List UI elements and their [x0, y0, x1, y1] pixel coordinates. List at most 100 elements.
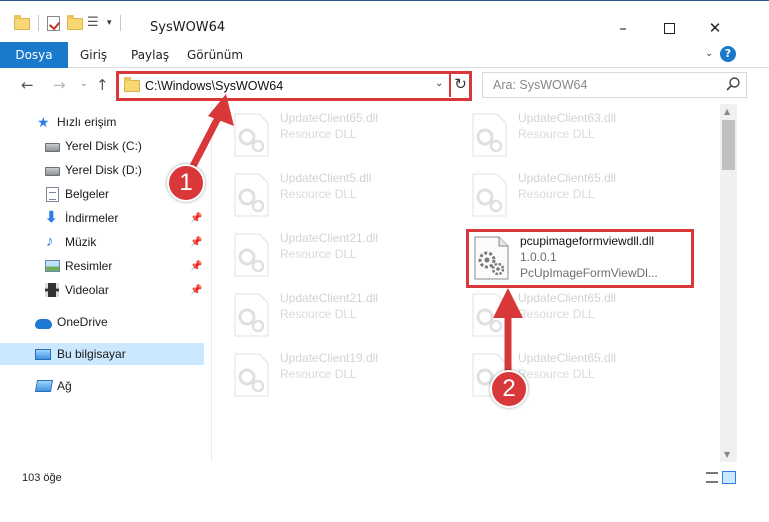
step-1-badge: 1 [167, 164, 205, 202]
file-description: Resource DLL [280, 307, 357, 321]
sidebar-item-quick-access[interactable]: ★ Hızlı erişim [0, 111, 204, 133]
file-item[interactable]: UpdateClient21.dll Resource DLL [228, 288, 456, 344]
sidebar-item-this-pc[interactable]: Bu bilgisayar [0, 343, 204, 365]
search-input[interactable]: Ara: SysWOW64 [482, 72, 747, 98]
expand-ribbon-chevron-icon[interactable]: ⌄ [705, 48, 713, 59]
sidebar-item-label: Yerel Disk (C:) [65, 139, 142, 153]
maximize-button[interactable] [646, 13, 692, 43]
list-view-icon[interactable]: ☰ [87, 16, 103, 30]
network-icon [34, 380, 54, 392]
file-name: UpdateClient65.dll [518, 171, 617, 185]
onedrive-icon [35, 318, 52, 329]
minimize-button[interactable]: – [600, 13, 646, 43]
this-pc-icon [35, 348, 51, 360]
sidebar-item-label: Müzik [65, 235, 97, 249]
window-bottom [0, 496, 769, 522]
sidebar-item-local-disk-c[interactable]: Yerel Disk (C:) [0, 135, 204, 157]
refresh-button[interactable]: ↻ [449, 73, 470, 97]
file-item[interactable]: UpdateClient5.dll Resource DLL [228, 168, 456, 224]
file-item[interactable]: UpdateClient21.dll Resource DLL [228, 228, 456, 284]
recent-locations-chevron-icon[interactable]: ⌄ [80, 79, 88, 89]
videos-icon [45, 283, 59, 297]
file-description: Resource DLL [518, 307, 595, 321]
sidebar-item-label: Yerel Disk (D:) [65, 163, 142, 177]
file-description: Resource DLL [518, 367, 595, 381]
file-name: UpdateClient63.dll [518, 111, 617, 125]
dll-file-icon [234, 353, 269, 397]
step-2-badge: 2 [490, 370, 528, 408]
sidebar-item-label: Ağ [57, 379, 72, 393]
folder-icon [124, 77, 140, 92]
pin-icon[interactable]: 📌 [190, 285, 202, 296]
customize-toolbar-chevron-icon[interactable]: ▾ [107, 18, 112, 28]
address-history-chevron-icon[interactable]: ⌄ [435, 78, 443, 89]
sidebar-item-label: Bu bilgisayar [57, 347, 126, 361]
sidebar-item-label: İndirmeler [65, 211, 119, 225]
downloads-icon: ⬇ [45, 209, 58, 226]
toolbar-divider [38, 15, 39, 31]
file-name: UpdateClient21.dll [280, 291, 379, 305]
file-name: UpdateClient19.dll [280, 351, 379, 365]
dll-file-icon [472, 113, 507, 157]
scroll-up-arrow-icon[interactable]: ▲ [724, 107, 730, 116]
address-path[interactable]: C:\Windows\SysWOW64 [145, 79, 283, 93]
window-title: SysWOW64 [150, 20, 226, 35]
close-button[interactable]: ✕ [692, 13, 738, 43]
file-description: Resource DLL [280, 127, 357, 141]
dll-file-icon [234, 113, 269, 157]
tab-share[interactable]: Paylaş [121, 42, 179, 68]
sidebar-item-onedrive[interactable]: OneDrive [0, 311, 204, 333]
new-folder-icon[interactable] [67, 15, 83, 30]
sidebar-item-downloads[interactable]: ⬇ İndirmeler 📌 [0, 207, 204, 229]
scroll-thumb[interactable] [722, 120, 735, 170]
maximize-icon [663, 22, 675, 34]
file-item[interactable]: UpdateClient63.dll Resource DLL [466, 108, 694, 164]
dll-file-icon [234, 233, 269, 277]
dll-file-icon [234, 173, 269, 217]
file-description: Resource DLL [280, 367, 357, 381]
address-bar[interactable]: C:\Windows\SysWOW64 ⌄ ↻ [116, 71, 472, 101]
up-button[interactable]: ↑ [96, 76, 109, 94]
dll-file-icon [234, 293, 269, 337]
file-item[interactable]: UpdateClient19.dll Resource DLL [228, 348, 456, 404]
drive-icon [45, 167, 60, 176]
dll-file-icon [472, 293, 507, 337]
vertical-scrollbar[interactable]: ▲ ▼ [720, 104, 737, 462]
tab-file[interactable]: Dosya [0, 42, 68, 68]
scroll-down-arrow-icon[interactable]: ▼ [724, 450, 730, 459]
navigation-pane: ★ Hızlı erişim Yerel Disk (C:) Yerel Dis… [0, 104, 212, 462]
file-highlight-box [466, 229, 694, 288]
file-item[interactable]: UpdateClient65.dll Resource DLL [466, 168, 694, 224]
folder-icon [14, 15, 30, 30]
tiles-view-icon[interactable] [722, 471, 736, 484]
sidebar-item-music[interactable]: ♪ Müzik 📌 [0, 231, 204, 253]
tab-view[interactable]: Görünüm [177, 42, 253, 68]
forward-button[interactable]: → [53, 76, 66, 94]
sidebar-item-label: Resimler [65, 259, 113, 273]
file-description: Resource DLL [280, 247, 357, 261]
file-name: UpdateClient65.dll [280, 111, 379, 125]
back-button[interactable]: ← [21, 76, 34, 94]
file-item[interactable]: UpdateClient65.dll Resource DLL [466, 288, 694, 344]
file-item[interactable]: UpdateClient65.dll Resource DLL [228, 108, 456, 164]
help-button[interactable]: ? [720, 46, 736, 62]
file-name: UpdateClient65.dll [518, 291, 617, 305]
toolbar-divider [119, 15, 121, 31]
tab-home[interactable]: Giriş [70, 42, 117, 68]
navigation-bar: ← → ⌄ ↑ C:\Windows\SysWOW64 ⌄ ↻ Ara: Sys… [0, 68, 769, 104]
file-name: UpdateClient5.dll [280, 171, 372, 185]
sidebar-item-pictures[interactable]: Resimler 📌 [0, 255, 204, 277]
details-view-icon[interactable] [706, 472, 718, 483]
pin-icon[interactable]: 📌 [190, 261, 202, 272]
ribbon-tabs: Dosya Giriş Paylaş Görünüm ⌄ ? [0, 42, 769, 68]
properties-icon[interactable] [47, 16, 63, 31]
search-placeholder: Ara: SysWOW64 [493, 78, 588, 92]
sidebar-item-videos[interactable]: Videolar 📌 [0, 279, 204, 301]
music-icon: ♪ [46, 233, 54, 250]
sidebar-item-network[interactable]: Ağ [0, 375, 204, 397]
documents-icon [46, 186, 59, 202]
search-icon[interactable] [725, 76, 741, 92]
pin-icon[interactable]: 📌 [190, 237, 202, 248]
pin-icon[interactable]: 📌 [190, 213, 202, 224]
file-description: Resource DLL [518, 127, 595, 141]
